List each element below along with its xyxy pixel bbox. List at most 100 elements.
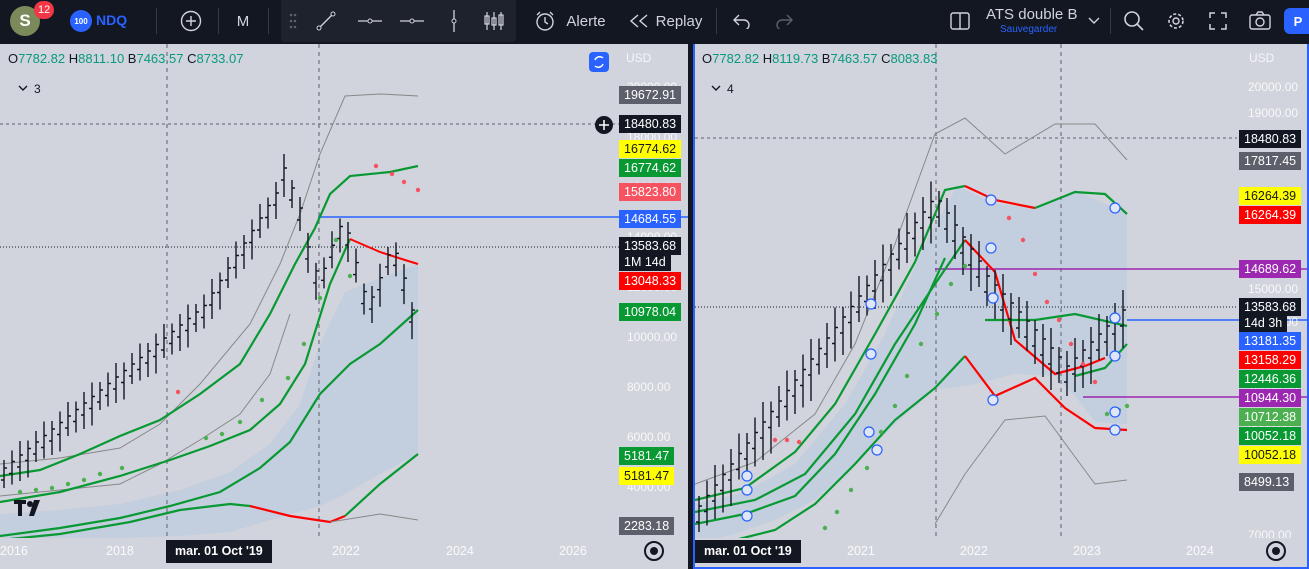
notification-badge: 12 — [34, 1, 55, 19]
redo-icon[interactable] — [770, 0, 798, 42]
alert-icon[interactable] — [532, 0, 558, 42]
sar-dot — [784, 437, 790, 443]
indicators-toggle[interactable]: 3 — [18, 82, 41, 96]
price-label: 10978.04 — [619, 303, 682, 321]
undo-icon[interactable] — [728, 0, 756, 42]
candles-icon[interactable] — [477, 0, 511, 42]
sar-dot — [317, 295, 323, 301]
ohlc-bar — [89, 382, 95, 426]
ohlc-bar — [249, 219, 255, 260]
ohlc-bar — [824, 323, 830, 368]
sar-dot — [333, 237, 339, 243]
vertical-line-icon[interactable] — [439, 0, 469, 42]
trend-line-icon[interactable] — [309, 0, 343, 42]
ohlc-bar — [880, 244, 886, 303]
time-label: 2023 — [1073, 544, 1101, 558]
signal-circle — [741, 470, 753, 482]
sar-dot — [1104, 411, 1110, 417]
add-alert-icon[interactable] — [595, 116, 613, 134]
price-label: 10712.38 — [1239, 408, 1302, 426]
time-axis-right[interactable]: mar. 01 Oct '19 2021 2022 2023 2024 — [695, 538, 1307, 564]
price-label: 13181.35 — [1239, 332, 1302, 350]
ohlc-bar — [792, 370, 798, 414]
signal-circle — [987, 292, 999, 304]
outer-band-lower-gray — [329, 513, 419, 523]
ohlc-bar — [920, 197, 926, 250]
app: S 12 100 NDQ M Alerte Replay ATS double … — [0, 0, 1309, 569]
fullscreen-icon[interactable] — [1204, 0, 1232, 42]
ohlc-bar — [73, 401, 79, 433]
ohlc-bar — [273, 182, 279, 219]
sar-dot — [904, 373, 910, 379]
ohlc-bar — [904, 213, 910, 263]
horizontal-line-icon[interactable] — [353, 0, 387, 42]
sync-icon[interactable] — [589, 52, 609, 72]
axis-settings-icon[interactable] — [644, 541, 664, 561]
indicators-toggle[interactable]: 4 — [711, 82, 734, 96]
signal-circle — [865, 298, 877, 310]
ohlc-bar — [17, 441, 23, 481]
symbol-logo-icon: 100 — [70, 10, 92, 32]
chart-pane-right[interactable]: O7782.82 H8119.73 B7463.57 C8083.83 4 US… — [693, 44, 1309, 569]
sar-dot — [1044, 299, 1050, 305]
sar-dot — [864, 465, 870, 471]
sar-dot — [17, 489, 23, 495]
divider — [268, 8, 269, 34]
layout-name-button[interactable]: ATS double B — [986, 6, 1077, 23]
ohlc-bar — [225, 257, 231, 288]
symbol-search-button[interactable]: NDQ — [96, 12, 127, 28]
ohlc-bar — [41, 421, 47, 459]
user-menu-button[interactable]: P — [1284, 8, 1309, 34]
chart-plot-left[interactable] — [0, 44, 688, 544]
sar-dot — [962, 263, 968, 269]
ohlc-bar — [912, 212, 918, 257]
signal-circle — [1109, 312, 1121, 324]
price-label: 16774.62 — [619, 140, 682, 158]
ohlc-bar — [800, 354, 806, 408]
ohlc-bar — [169, 323, 175, 355]
ohlc-legend: O7782.82 H8119.73 B7463.57 C8083.83 — [702, 51, 938, 66]
divider — [716, 8, 717, 34]
price-label: 13048.33 — [619, 272, 682, 290]
chart-plot-right[interactable] — [695, 44, 1309, 544]
ohlc-bar — [233, 241, 239, 279]
price-label: 17817.45 — [1239, 152, 1302, 170]
chevron-down-icon[interactable] — [1084, 0, 1104, 42]
ohlc-bar — [113, 363, 119, 403]
replay-icon[interactable] — [626, 0, 652, 42]
axis-settings-icon[interactable] — [1266, 541, 1286, 561]
signal-circle — [1109, 350, 1121, 362]
ohlc-bar — [217, 272, 223, 310]
price-label: 15823.80 — [619, 183, 682, 201]
signal-circle — [985, 242, 997, 254]
chart-pane-left[interactable]: O7782.82 H8811.10 B7463.57 C8733.07 3 US… — [0, 44, 688, 569]
price-label: 16264.39 — [1239, 187, 1302, 205]
interval-button[interactable]: M — [230, 0, 256, 42]
time-axis-left[interactable]: 2016 2018 2022 2024 2026 mar. 01 Oct '19 — [0, 538, 688, 564]
sar-dot — [1056, 317, 1062, 323]
ohlc-bar — [193, 304, 199, 332]
drag-handle-icon[interactable] — [283, 0, 303, 42]
snapshot-icon[interactable] — [1246, 0, 1274, 42]
sar-dot — [1068, 341, 1074, 347]
ohlc-bar — [313, 262, 319, 300]
sar-dot — [892, 403, 898, 409]
add-symbol-icon[interactable] — [176, 0, 206, 42]
layout-icon[interactable] — [946, 0, 974, 42]
signal-circle — [1109, 406, 1121, 418]
replay-button[interactable]: Replay — [654, 0, 704, 42]
signal-circle — [987, 394, 999, 406]
sar-dot — [203, 435, 209, 441]
ohlc-bar — [768, 401, 774, 454]
price-label: 14689.62 — [1239, 260, 1302, 278]
sar-dot — [415, 187, 421, 193]
ohlc-bar — [856, 276, 862, 322]
signal-circle — [863, 426, 875, 438]
settings-icon[interactable] — [1162, 0, 1190, 42]
signal-circle — [1109, 202, 1121, 214]
search-icon[interactable] — [1120, 0, 1148, 42]
horizontal-ray-icon[interactable] — [395, 0, 429, 42]
alert-button[interactable]: Alerte — [562, 0, 610, 42]
price-label: 14d 3h — [1239, 314, 1288, 332]
price-label: 10052.18 — [1239, 446, 1302, 464]
